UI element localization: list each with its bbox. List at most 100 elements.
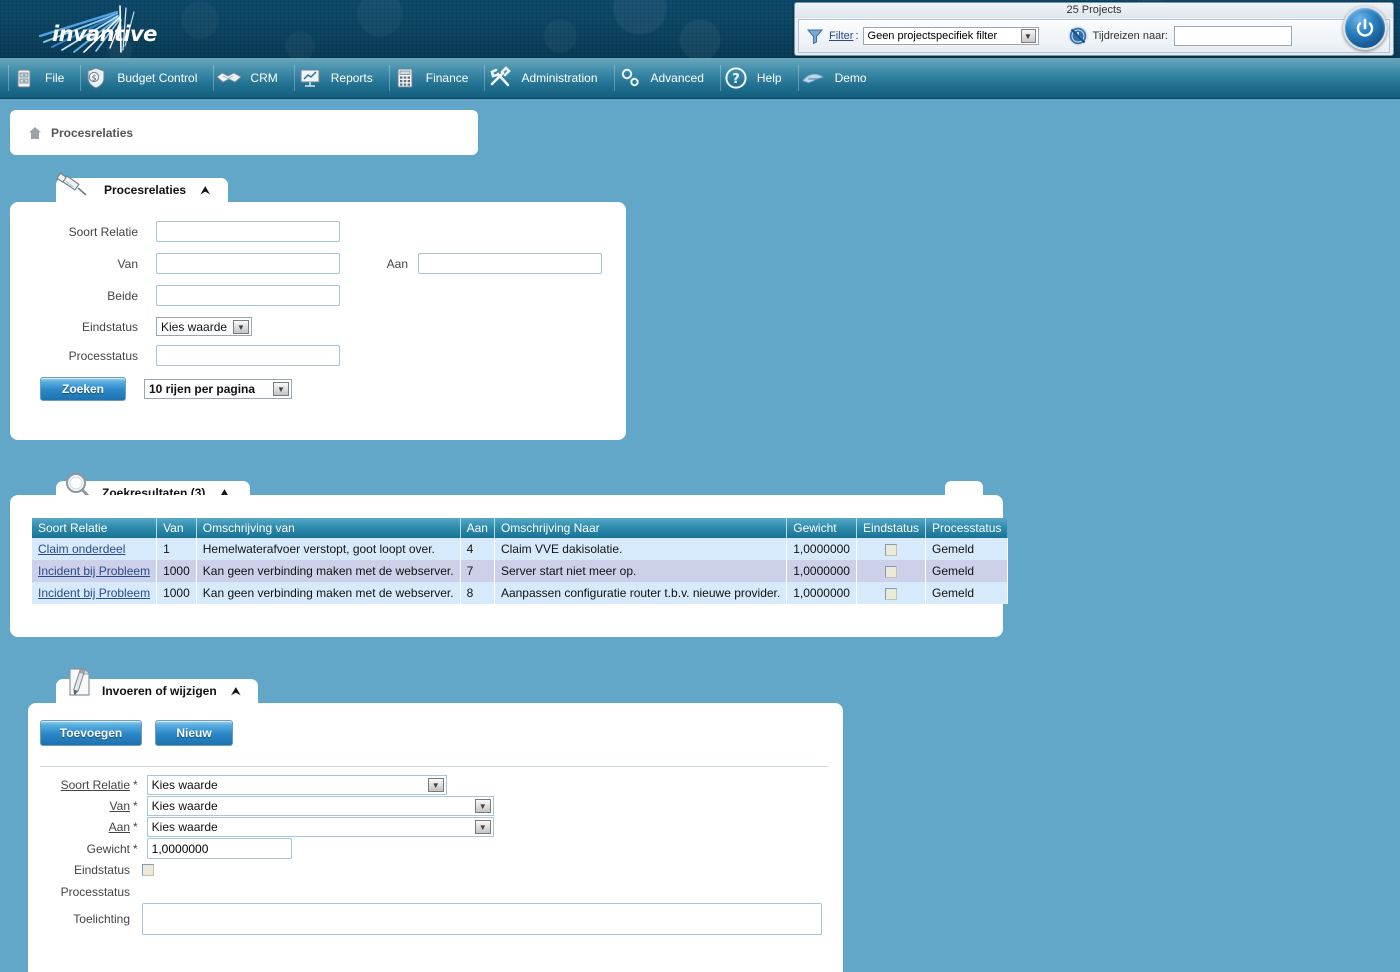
search-beide-label: Beide xyxy=(107,288,138,303)
breadcrumb: Procesrelaties xyxy=(10,110,478,155)
cell-eindstatus xyxy=(856,538,927,560)
menu-label: Demo xyxy=(834,71,867,85)
project-filter-select[interactable]: Geen projectspecifiek filter ▼ xyxy=(862,27,1039,45)
edit-soort-relatie-label[interactable]: Soort Relatie xyxy=(40,778,130,792)
menu-item-demo[interactable]: Demo xyxy=(801,58,881,99)
menu-divider xyxy=(80,65,82,91)
chevron-down-icon[interactable]: ▼ xyxy=(273,382,289,396)
chevron-down-icon[interactable]: ▼ xyxy=(233,320,249,334)
search-van-input[interactable] xyxy=(156,253,340,274)
edit-soort-relatie-select[interactable]: Kies waarde ▼ xyxy=(146,775,447,795)
menu-item-finance[interactable]: Finance xyxy=(392,58,483,99)
column-header[interactable]: Eindstatus xyxy=(856,518,927,538)
funnel-icon xyxy=(805,26,825,46)
edit-van-select[interactable]: Kies waarde ▼ xyxy=(146,796,494,816)
cell-processtatus: Gemeld xyxy=(925,560,1008,582)
svg-text:?: ? xyxy=(732,72,740,87)
row-link[interactable]: Incident bij Probleem xyxy=(38,564,150,578)
cabinet-icon xyxy=(11,65,37,91)
row-link[interactable]: Claim onderdeel xyxy=(38,542,125,556)
menu-label: CRM xyxy=(250,71,278,85)
rows-per-page-select[interactable]: 10 rijen per pagina ▼ xyxy=(144,379,292,399)
menu-divider xyxy=(8,65,9,91)
menu-divider xyxy=(213,65,215,91)
checkbox-unchecked-icon[interactable] xyxy=(884,587,897,600)
search-eindstatus-value: Kies waarde xyxy=(161,319,228,334)
breadcrumb-label: Procesrelaties xyxy=(51,125,134,140)
column-header[interactable]: Aan xyxy=(460,518,495,538)
results-panel-tab-nub xyxy=(945,481,983,495)
gears-icon xyxy=(617,65,643,91)
menu-label: Advanced xyxy=(650,71,704,85)
timetravel-label: Tijdreizen naar: xyxy=(1092,30,1168,42)
cell-eindstatus xyxy=(856,560,927,582)
power-icon[interactable] xyxy=(1343,6,1387,50)
checkbox-unchecked-icon[interactable] xyxy=(884,543,897,556)
column-header[interactable]: Van xyxy=(156,518,197,538)
chevron-up-icon[interactable]: ⮝ xyxy=(200,183,210,198)
svg-text:$: $ xyxy=(92,73,97,82)
edit-soort-relatie-value: Kies waarde xyxy=(151,778,218,792)
menu-divider xyxy=(719,65,721,91)
search-soort-relatie-input[interactable] xyxy=(156,221,340,242)
menu-item-crm[interactable]: CRM xyxy=(216,58,291,99)
edit-aan-select[interactable]: Kies waarde ▼ xyxy=(146,817,494,837)
table-row[interactable]: Incident bij Probleem 1000 Kan geen verb… xyxy=(32,582,1008,604)
edit-panel-title: Invoeren of wijzigen xyxy=(102,684,217,698)
edit-aan-label[interactable]: Aan xyxy=(40,820,130,834)
checkbox-unchecked-icon[interactable] xyxy=(142,864,154,876)
column-header[interactable]: Soort Relatie xyxy=(32,518,158,538)
handshake-icon xyxy=(216,65,243,91)
cell-van: 1000 xyxy=(156,560,197,582)
presentation-chart-icon xyxy=(297,65,323,91)
cell-van: 1 xyxy=(156,538,197,560)
search-button[interactable]: Zoeken xyxy=(40,377,126,401)
menu-item-help[interactable]: ? Help xyxy=(723,58,796,99)
timetravel-input[interactable] xyxy=(1173,26,1292,46)
column-header[interactable]: Omschrijving Naar xyxy=(494,518,788,538)
search-beide-input[interactable] xyxy=(156,285,340,306)
checkbox-unchecked-icon[interactable] xyxy=(884,565,897,578)
column-header[interactable]: Processtatus xyxy=(925,518,1008,538)
edit-toelichting-textarea[interactable] xyxy=(142,903,822,935)
menu-divider xyxy=(484,65,486,91)
column-header[interactable]: Gewicht xyxy=(786,518,857,538)
cell-van: 1000 xyxy=(156,582,197,604)
table-header-row: Soort Relatie Van Omschrijving van Aan O… xyxy=(32,518,1008,538)
new-button[interactable]: Nieuw xyxy=(155,720,233,746)
search-aan-input[interactable] xyxy=(418,253,602,274)
chevron-up-icon[interactable]: ⮝ xyxy=(231,684,241,699)
results-panel: Soort Relatie Van Omschrijving van Aan O… xyxy=(10,495,1008,637)
required-marker: * xyxy=(133,799,138,813)
edit-panel-tab[interactable]: Invoeren of wijzigen ⮝ xyxy=(56,668,258,703)
menu-item-file[interactable]: File xyxy=(11,58,78,99)
add-button[interactable]: Toevoegen xyxy=(40,720,142,746)
chevron-down-icon[interactable]: ▼ xyxy=(474,799,491,813)
menu-item-advanced[interactable]: Advanced xyxy=(617,58,718,99)
row-link[interactable]: Incident bij Probleem xyxy=(38,586,150,600)
cell-gewicht: 1,0000000 xyxy=(786,560,857,582)
column-header[interactable]: Omschrijving van xyxy=(196,518,461,538)
table-row[interactable]: Claim onderdeel 1 Hemelwaterafvoer verst… xyxy=(32,538,1008,560)
menu-item-budget-control[interactable]: $ Budget Control xyxy=(83,58,211,99)
filter-colon: : xyxy=(855,30,859,42)
menu-item-administration[interactable]: Administration xyxy=(487,58,611,99)
cell-aan: 8 xyxy=(460,582,495,604)
search-panel-tab[interactable]: Procesrelaties ⮝ xyxy=(56,172,228,202)
chevron-down-icon[interactable]: ▼ xyxy=(1020,29,1036,43)
chevron-down-icon[interactable]: ▼ xyxy=(474,820,491,834)
table-row[interactable]: Incident bij Probleem 1000 Kan geen verb… xyxy=(32,560,1008,582)
search-processtatus-input[interactable] xyxy=(156,345,340,366)
chevron-down-icon[interactable]: ▼ xyxy=(427,778,444,792)
cell-omschrijving-naar: Claim VVE dakisolatie. xyxy=(494,538,788,560)
edit-gewicht-input[interactable] xyxy=(146,838,292,859)
app-header: invantive 25 Projects Filter : Geen proj… xyxy=(0,0,1400,58)
menu-label: Reports xyxy=(330,71,373,85)
clock-icon xyxy=(1067,25,1089,47)
menu-item-reports[interactable]: Reports xyxy=(297,58,387,99)
results-table: Soort Relatie Van Omschrijving van Aan O… xyxy=(32,518,1008,604)
filter-link[interactable]: Filter xyxy=(829,30,853,42)
menu-divider xyxy=(797,65,799,91)
search-eindstatus-select[interactable]: Kies waarde ▼ xyxy=(156,317,252,336)
edit-van-label[interactable]: Van xyxy=(40,799,130,813)
